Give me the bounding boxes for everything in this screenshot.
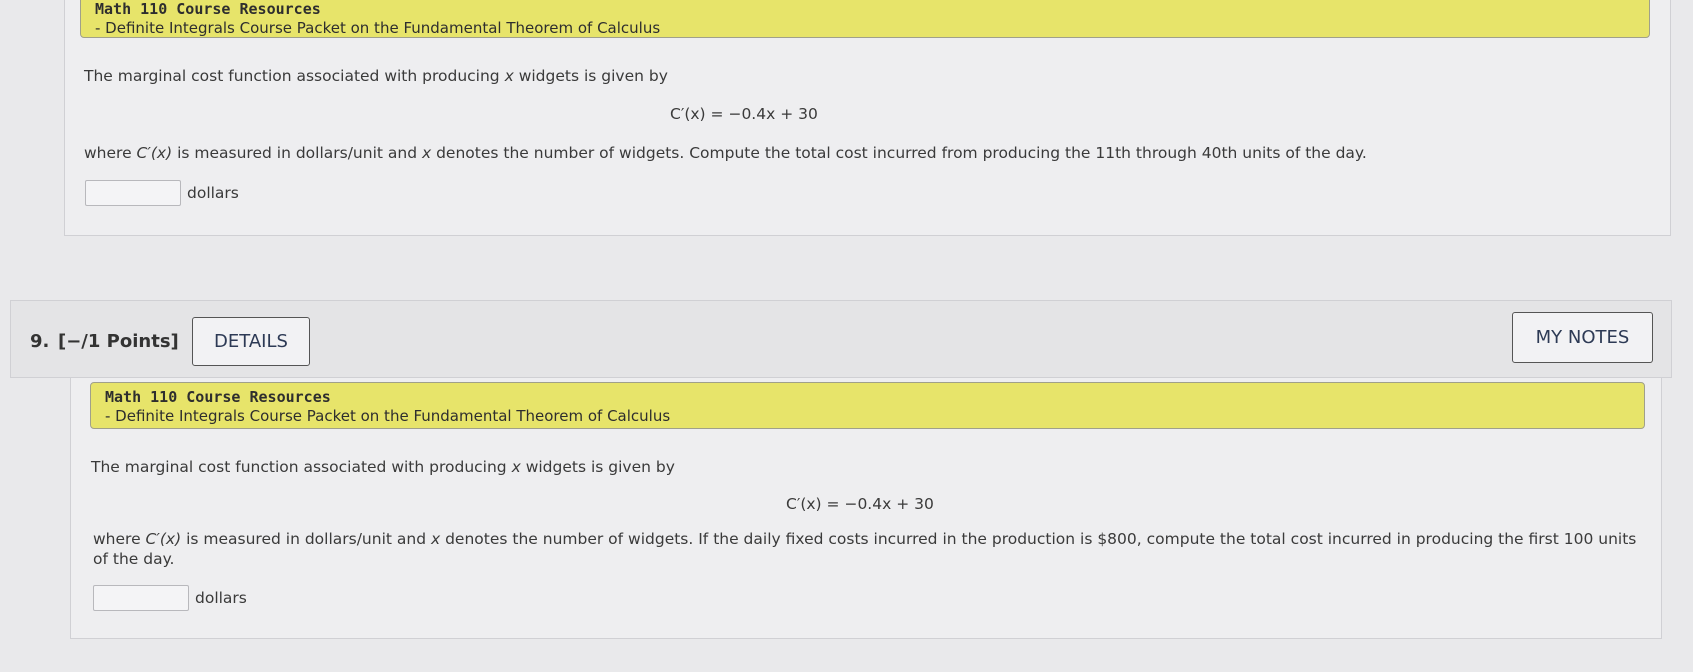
q9-resource-title: Math 110 Course Resources xyxy=(105,388,331,406)
q8-resource-title: Math 110 Course Resources xyxy=(95,0,321,18)
q8-where-text: where C′(x) is measured in dollars/unit … xyxy=(84,144,1367,162)
q8-answer-input[interactable] xyxy=(85,180,181,206)
q9-intro-text: The marginal cost function associated wi… xyxy=(91,458,675,476)
q8-intro-text: The marginal cost function associated wi… xyxy=(84,67,668,85)
q9-resource-box: Math 110 Course Resources - Definite Int… xyxy=(90,382,1645,429)
q9-formula: C′(x) = −0.4x + 30 xyxy=(786,495,934,513)
details-button[interactable]: DETAILS xyxy=(192,317,310,366)
q8-resource-link[interactable]: - Definite Integrals Course Packet on th… xyxy=(95,19,1635,38)
q8-formula: C′(x) = −0.4x + 30 xyxy=(670,105,818,123)
question-number: 9. xyxy=(30,331,50,352)
q9-unit-label: dollars xyxy=(195,589,247,607)
q8-unit-label: dollars xyxy=(187,184,239,202)
q9-answer-input[interactable] xyxy=(93,585,189,611)
my-notes-button[interactable]: MY NOTES xyxy=(1512,312,1653,363)
q9-where-text: where C′(x) is measured in dollars/unit … xyxy=(93,530,1637,568)
question-points: [−/1 Points] xyxy=(58,331,179,352)
q9-resource-link[interactable]: - Definite Integrals Course Packet on th… xyxy=(105,407,1630,426)
q8-resource-box: Math 110 Course Resources - Definite Int… xyxy=(80,0,1650,38)
